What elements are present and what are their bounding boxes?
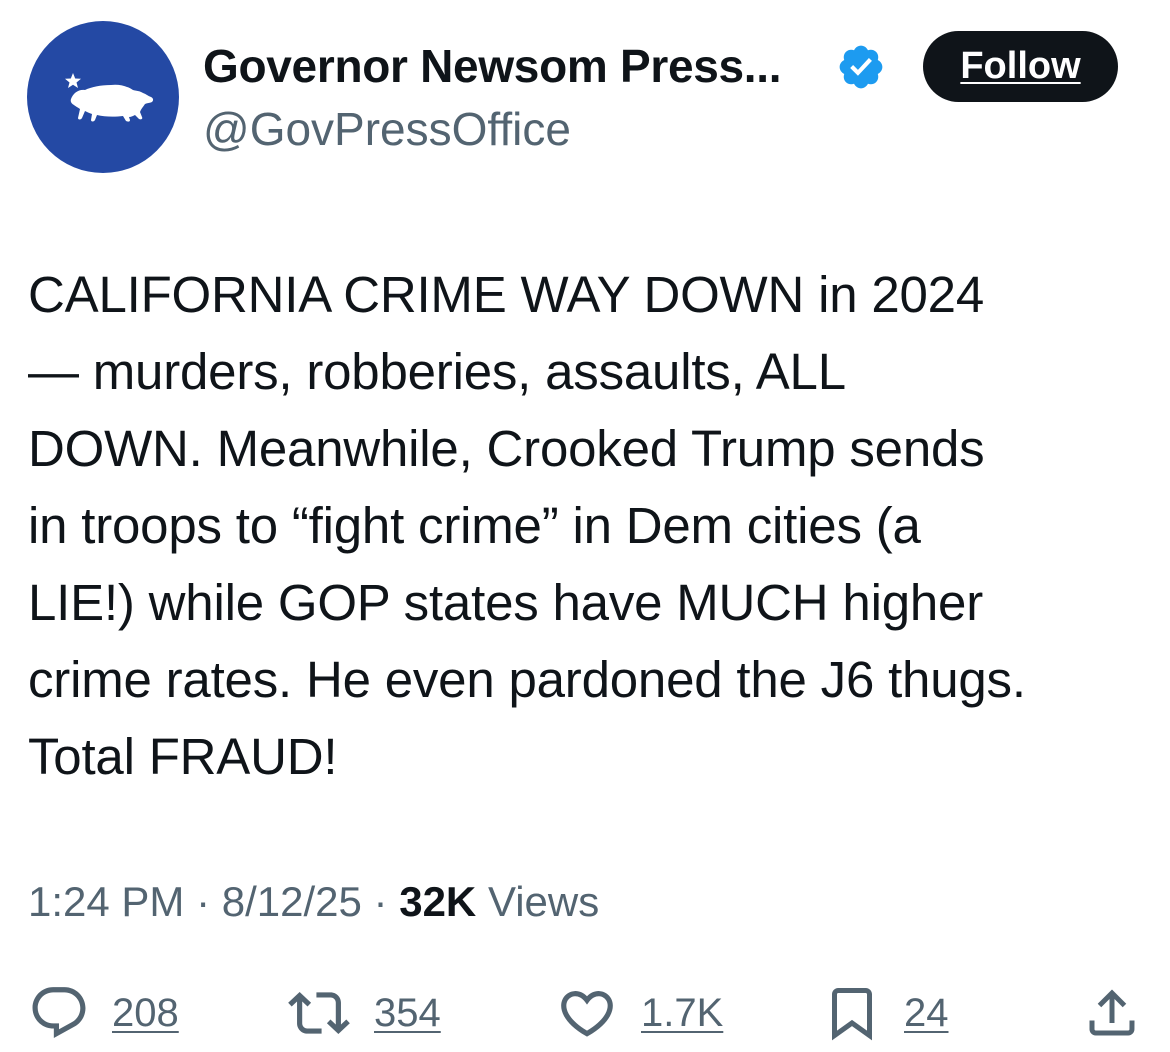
california-bear-star-icon <box>65 73 154 122</box>
like-count[interactable]: 1.7K <box>641 985 723 1041</box>
tweet-date[interactable]: 8/12/25 <box>222 878 362 925</box>
tweet-meta: 1:24 PM · 8/12/25 · 32K Views <box>28 874 599 930</box>
like-icon <box>561 991 613 1037</box>
reply-icon <box>32 987 86 1039</box>
bookmark-icon <box>832 988 872 1041</box>
verified-badge-icon <box>839 45 883 89</box>
follow-button[interactable]: Follow <box>923 31 1118 102</box>
tweet-text: CALIFORNIA CRIME WAY DOWN in 2024 — murd… <box>28 266 1026 785</box>
views-label: Views <box>476 878 600 925</box>
avatar[interactable] <box>27 21 179 173</box>
author-handle[interactable]: @GovPressOffice <box>203 101 571 157</box>
like-button[interactable]: 1.7K <box>555 980 723 1046</box>
bookmark-count[interactable]: 24 <box>904 985 949 1041</box>
bookmark-button[interactable]: 24 <box>822 980 949 1046</box>
repost-count[interactable]: 354 <box>374 985 441 1041</box>
reply-count[interactable]: 208 <box>112 985 179 1041</box>
repost-button[interactable]: 354 <box>286 980 441 1046</box>
views-count: 32K <box>399 878 477 925</box>
meta-separator: · <box>361 878 400 925</box>
author-display-name[interactable]: Governor Newsom Press... <box>203 38 782 94</box>
reply-button[interactable]: 208 <box>28 980 179 1046</box>
action-bar: 208 354 1.7K 24 <box>0 980 1170 1050</box>
share-button[interactable] <box>1082 980 1142 1046</box>
share-icon <box>1089 989 1135 1036</box>
tweet-time[interactable]: 1:24 PM <box>28 878 184 925</box>
meta-separator: · <box>184 878 222 925</box>
repost-icon <box>288 992 350 1034</box>
